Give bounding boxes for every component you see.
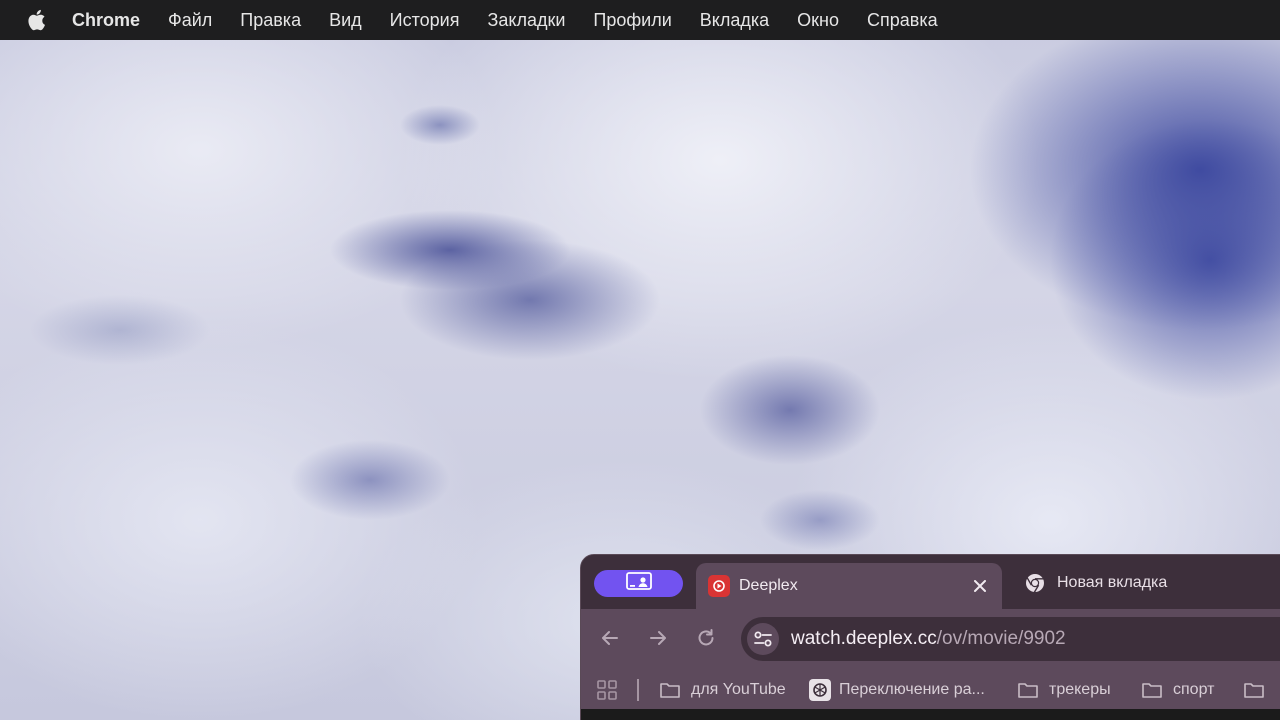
menu-view[interactable]: Вид <box>329 10 362 31</box>
chrome-icon <box>1025 573 1045 593</box>
menu-bookmarks[interactable]: Закладки <box>487 10 565 31</box>
menu-profiles[interactable]: Профили <box>593 10 671 31</box>
bookmark-chatgpt[interactable]: Переключение ра... <box>809 677 985 703</box>
arrow-left-icon[interactable] <box>597 625 623 651</box>
tab-deeplex[interactable]: Deeplex <box>696 563 1002 609</box>
bookmark-label: спорт <box>1173 681 1215 698</box>
apple-logo-icon[interactable] <box>26 8 48 32</box>
menu-file[interactable]: Файл <box>168 10 212 31</box>
tab-strip: Deeplex Новая вкладка <box>581 555 1280 609</box>
page-content-area <box>581 709 1280 720</box>
tab-title: Новая вкладка <box>1057 574 1168 591</box>
folder-icon <box>659 681 681 699</box>
bookmarks-separator <box>637 679 639 701</box>
bookmark-folder-youtube[interactable]: для YouTube <box>659 677 786 703</box>
arrow-right-icon[interactable] <box>645 625 671 651</box>
chrome-window: Deeplex Новая вкладка watch.deeplex.cc /… <box>580 554 1280 720</box>
menu-edit[interactable]: Правка <box>240 10 301 31</box>
bookmark-folder-partial[interactable] <box>1243 677 1275 703</box>
url-path: /ov/movie/9902 <box>936 628 1066 649</box>
apps-grid-icon[interactable] <box>597 680 617 700</box>
menu-help[interactable]: Справка <box>867 10 938 31</box>
tune-icon[interactable] <box>747 623 779 655</box>
folder-icon <box>1017 681 1039 699</box>
menu-app-name[interactable]: Chrome <box>72 10 140 31</box>
menu-window[interactable]: Окно <box>797 10 839 31</box>
chatgpt-icon <box>809 679 831 701</box>
bookmark-folder-trackers[interactable]: трекеры <box>1017 677 1111 703</box>
browser-toolbar: watch.deeplex.cc/ov/movie/9902 <box>581 609 1280 671</box>
tab-title: Deeplex <box>739 577 798 594</box>
bookmark-label: для YouTube <box>691 681 786 698</box>
deeplex-icon <box>708 575 730 597</box>
address-bar[interactable]: watch.deeplex.cc/ov/movie/9902 <box>741 617 1280 661</box>
url-host: watch.deeplex.cc <box>791 628 937 649</box>
bookmark-folder-sport[interactable]: спорт <box>1141 677 1214 703</box>
menu-history[interactable]: История <box>390 10 460 31</box>
bookmarks-bar: для YouTube Переключение ра... трекеры с… <box>581 671 1280 709</box>
bookmark-label: Переключение ра... <box>839 681 985 698</box>
close-icon[interactable] <box>970 576 990 596</box>
tab-new-tab[interactable]: Новая вкладка <box>1021 563 1280 603</box>
folder-icon <box>1243 681 1265 699</box>
menu-tab[interactable]: Вкладка <box>700 10 769 31</box>
reload-icon[interactable] <box>693 625 719 651</box>
menu-bar: Chrome Файл Правка Вид История Закладки … <box>0 0 1280 40</box>
bookmark-label: трекеры <box>1049 681 1111 698</box>
profile-button[interactable] <box>594 570 683 597</box>
folder-icon <box>1141 681 1163 699</box>
profile-card-icon <box>625 572 652 595</box>
